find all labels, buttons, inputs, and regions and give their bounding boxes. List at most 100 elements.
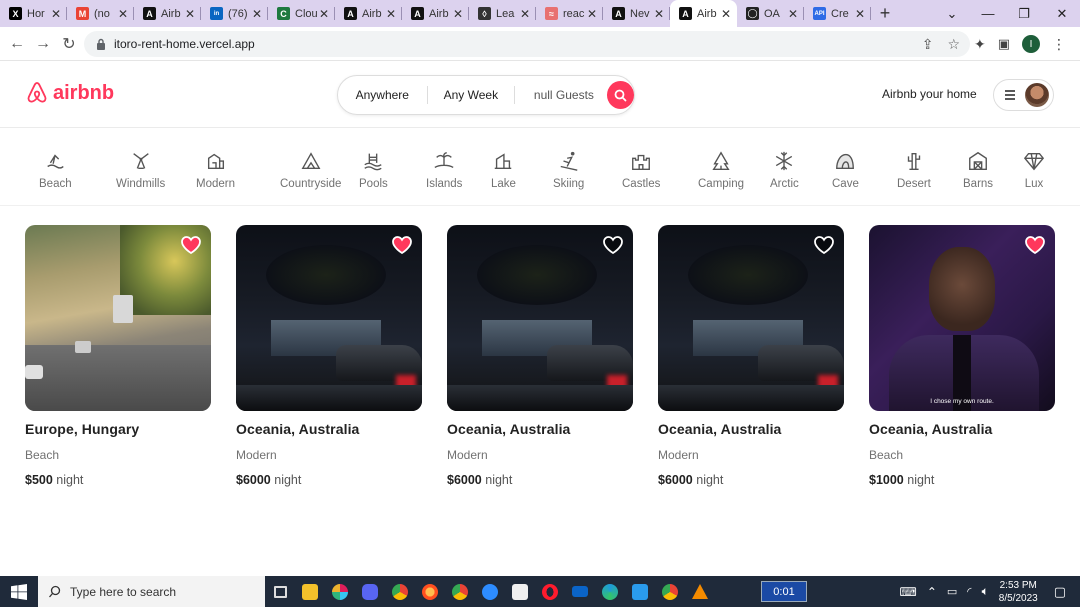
user-menu-button[interactable] <box>993 79 1054 111</box>
close-tab-icon[interactable]: ✕ <box>51 7 61 21</box>
listing-card[interactable]: Oceania, Australia Modern $6000 night <box>447 225 633 487</box>
favorite-heart-icon[interactable] <box>602 234 624 256</box>
browser-tab[interactable]: A Airb ✕ <box>670 0 737 27</box>
extensions-icon[interactable]: ✦ <box>974 36 986 53</box>
store-icon[interactable] <box>505 576 535 607</box>
new-tab-button[interactable]: + <box>871 0 899 27</box>
category-skiing[interactable]: Skiing <box>553 150 584 190</box>
address-bar[interactable]: itoro-rent-home.vercel.app ⇪ ☆ <box>84 31 970 57</box>
close-window-button[interactable]: ✕ <box>1044 0 1080 27</box>
zoom-icon[interactable] <box>475 576 505 607</box>
category-arctic[interactable]: Arctic <box>770 150 799 190</box>
windows-start-button[interactable] <box>0 576 38 607</box>
close-tab-icon[interactable]: ✕ <box>118 7 128 21</box>
favorite-heart-icon[interactable] <box>1024 234 1046 256</box>
listing-photo-frame[interactable] <box>25 225 211 411</box>
search-bar[interactable]: Anywhere Any Week null Guests <box>337 75 635 115</box>
close-tab-icon[interactable]: ✕ <box>520 7 530 21</box>
browser-tab[interactable]: A Airb ✕ <box>402 0 469 27</box>
chrome-app-icon[interactable] <box>385 576 415 607</box>
close-tab-icon[interactable]: ✕ <box>453 7 463 21</box>
minimize-button[interactable]: — <box>970 0 1006 27</box>
keyboard-icon[interactable]: ⌨ <box>900 585 917 599</box>
bookmark-star-icon[interactable]: ☆ <box>947 36 960 53</box>
category-cave[interactable]: Cave <box>832 150 859 190</box>
category-desert[interactable]: Desert <box>897 150 931 190</box>
firefox-icon[interactable] <box>415 576 445 607</box>
browser-tab[interactable]: API Cre ✕ <box>804 0 871 27</box>
search-button[interactable] <box>606 81 634 109</box>
close-tab-icon[interactable]: ✕ <box>252 7 262 21</box>
listing-card[interactable]: Oceania, Australia Modern $6000 night <box>658 225 844 487</box>
close-tab-icon[interactable]: ✕ <box>386 7 396 21</box>
airbnb-logo[interactable]: airbnb <box>25 81 114 105</box>
close-tab-icon[interactable]: ✕ <box>587 7 597 21</box>
listing-photo-frame[interactable] <box>236 225 422 411</box>
listing-card[interactable]: Oceania, Australia Modern $6000 night <box>236 225 422 487</box>
profile-avatar[interactable]: I <box>1022 35 1040 53</box>
browser-tab[interactable]: C Clou ✕ <box>268 0 335 27</box>
close-tab-icon[interactable]: ✕ <box>654 7 664 21</box>
favorite-heart-icon[interactable] <box>813 234 835 256</box>
favorite-heart-icon[interactable] <box>391 234 413 256</box>
browser-tab[interactable]: A Airb ✕ <box>335 0 402 27</box>
browser-tab[interactable]: ≈ reac ✕ <box>536 0 603 27</box>
battery-icon[interactable]: ▭ <box>947 585 957 598</box>
notifications-icon[interactable]: ▢ <box>1054 584 1066 600</box>
close-tab-icon[interactable]: ✕ <box>319 7 329 21</box>
mail-icon[interactable] <box>565 576 595 607</box>
category-windmills[interactable]: Windmills <box>116 150 165 190</box>
category-modern[interactable]: Modern <box>196 150 235 190</box>
edge-icon[interactable] <box>595 576 625 607</box>
category-islands[interactable]: Islands <box>426 150 462 190</box>
file-explorer-icon[interactable] <box>295 576 325 607</box>
vscode-icon[interactable] <box>625 576 655 607</box>
vlc-icon[interactable] <box>685 576 715 607</box>
search-any-week[interactable]: Any Week <box>428 75 515 115</box>
chrome-app-icon[interactable] <box>655 576 685 607</box>
category-lake[interactable]: Lake <box>491 150 516 190</box>
browser-tab[interactable]: in (76) ✕ <box>201 0 268 27</box>
reload-button[interactable]: ↻ <box>56 31 82 57</box>
category-beach[interactable]: Beach <box>39 150 72 190</box>
taskbar-search-box[interactable]: Type here to search <box>38 576 265 607</box>
browser-tab[interactable]: A Nev ✕ <box>603 0 670 27</box>
category-countryside[interactable]: Countryside <box>280 150 341 190</box>
chrome-menu-icon[interactable]: ⋮ <box>1052 36 1066 53</box>
network-icon[interactable]: ◜ <box>967 585 971 598</box>
side-panel-icon[interactable]: ▣ <box>998 36 1010 52</box>
discord-icon[interactable] <box>355 576 385 607</box>
slack-icon[interactable] <box>325 576 355 607</box>
category-barns[interactable]: Barns <box>963 150 993 190</box>
search-anywhere[interactable]: Anywhere <box>338 75 427 115</box>
search-guests[interactable]: null Guests <box>515 75 607 115</box>
favorite-heart-icon[interactable] <box>180 234 202 256</box>
tab-search-icon[interactable]: ⌄ <box>934 0 970 27</box>
back-button[interactable]: ← <box>4 31 30 57</box>
listing-card[interactable]: I chose my own route. Oceania, Australia B… <box>869 225 1055 487</box>
close-tab-icon[interactable]: ✕ <box>721 7 731 21</box>
listing-photo-frame[interactable]: I chose my own route. <box>869 225 1055 411</box>
task-view-icon[interactable] <box>265 576 295 607</box>
taskbar-clock[interactable]: 2:53 PM 8/5/2023 <box>999 579 1038 605</box>
share-icon[interactable]: ⇪ <box>922 36 934 53</box>
browser-tab[interactable]: A Airb ✕ <box>134 0 201 27</box>
close-tab-icon[interactable]: ✕ <box>788 7 798 21</box>
close-tab-icon[interactable]: ✕ <box>185 7 195 21</box>
opera-icon[interactable] <box>535 576 565 607</box>
browser-tab[interactable]: ◯ OA ✕ <box>737 0 804 27</box>
category-camping[interactable]: Camping <box>698 150 744 190</box>
browser-tab[interactable]: ◊ Lea ✕ <box>469 0 536 27</box>
close-tab-icon[interactable]: ✕ <box>855 7 865 21</box>
maximize-button[interactable]: ❐ <box>1006 0 1042 27</box>
forward-button[interactable]: → <box>30 31 56 57</box>
browser-tab[interactable]: M (no ✕ <box>67 0 134 27</box>
listing-card[interactable]: Europe, Hungary Beach $500 night <box>25 225 211 487</box>
category-castles[interactable]: Castles <box>622 150 660 190</box>
tray-chevron-icon[interactable]: ⌃ <box>927 585 937 599</box>
host-your-home-link[interactable]: Airbnb your home <box>882 87 977 101</box>
category-pools[interactable]: Pools <box>359 150 388 190</box>
volume-icon[interactable]: 🔈︎ <box>982 584 989 599</box>
chrome-app-icon[interactable] <box>445 576 475 607</box>
category-lux[interactable]: Lux <box>1023 150 1045 190</box>
